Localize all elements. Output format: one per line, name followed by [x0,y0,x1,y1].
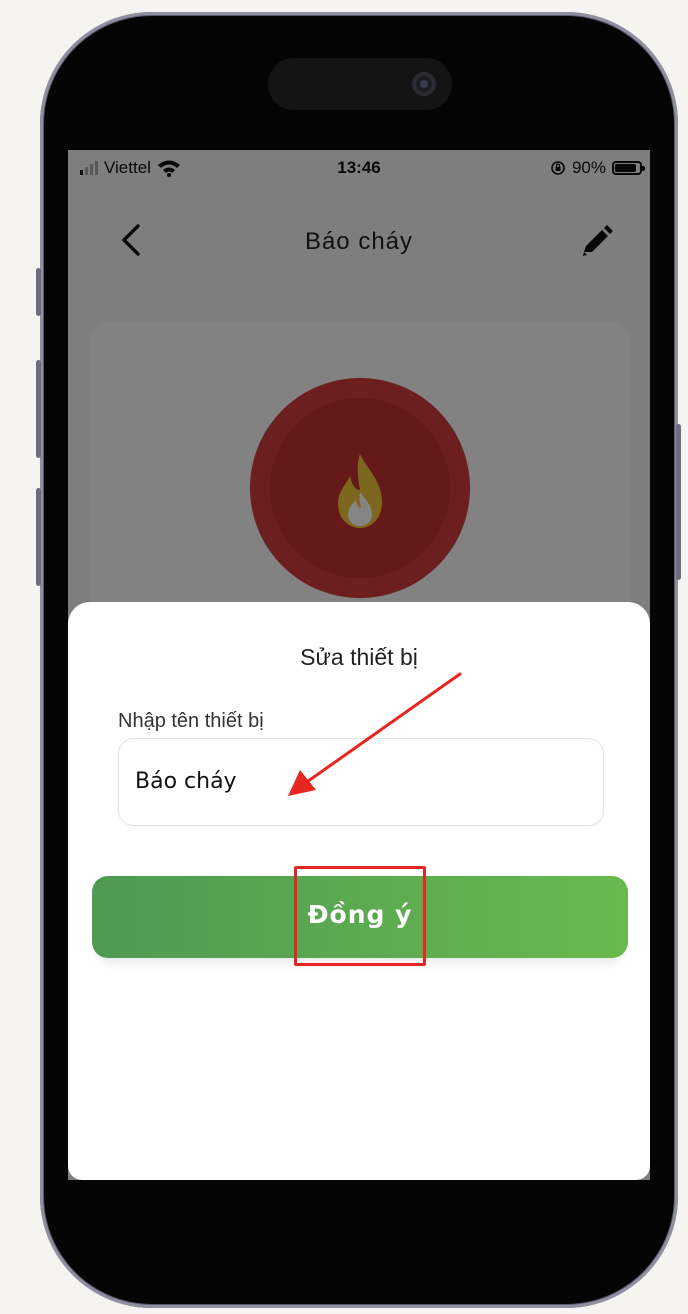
app-screen: Viettel 13:46 90% Báo cháy Sửa thiết bị … [68,150,650,1180]
highlight-box-annotation [294,866,426,966]
dialog-title: Sửa thiết bị [300,644,418,670]
volume-down-button [36,488,41,586]
front-camera [412,72,436,96]
edit-device-dialog: Sửa thiết bị Nhập tên thiết bị Đồng ý [68,602,650,1180]
action-button [36,268,41,316]
power-button [676,424,681,580]
device-name-label: Nhập tên thiết bị [118,710,264,732]
volume-up-button [36,360,41,458]
arrow-annotation-icon [288,672,462,796]
